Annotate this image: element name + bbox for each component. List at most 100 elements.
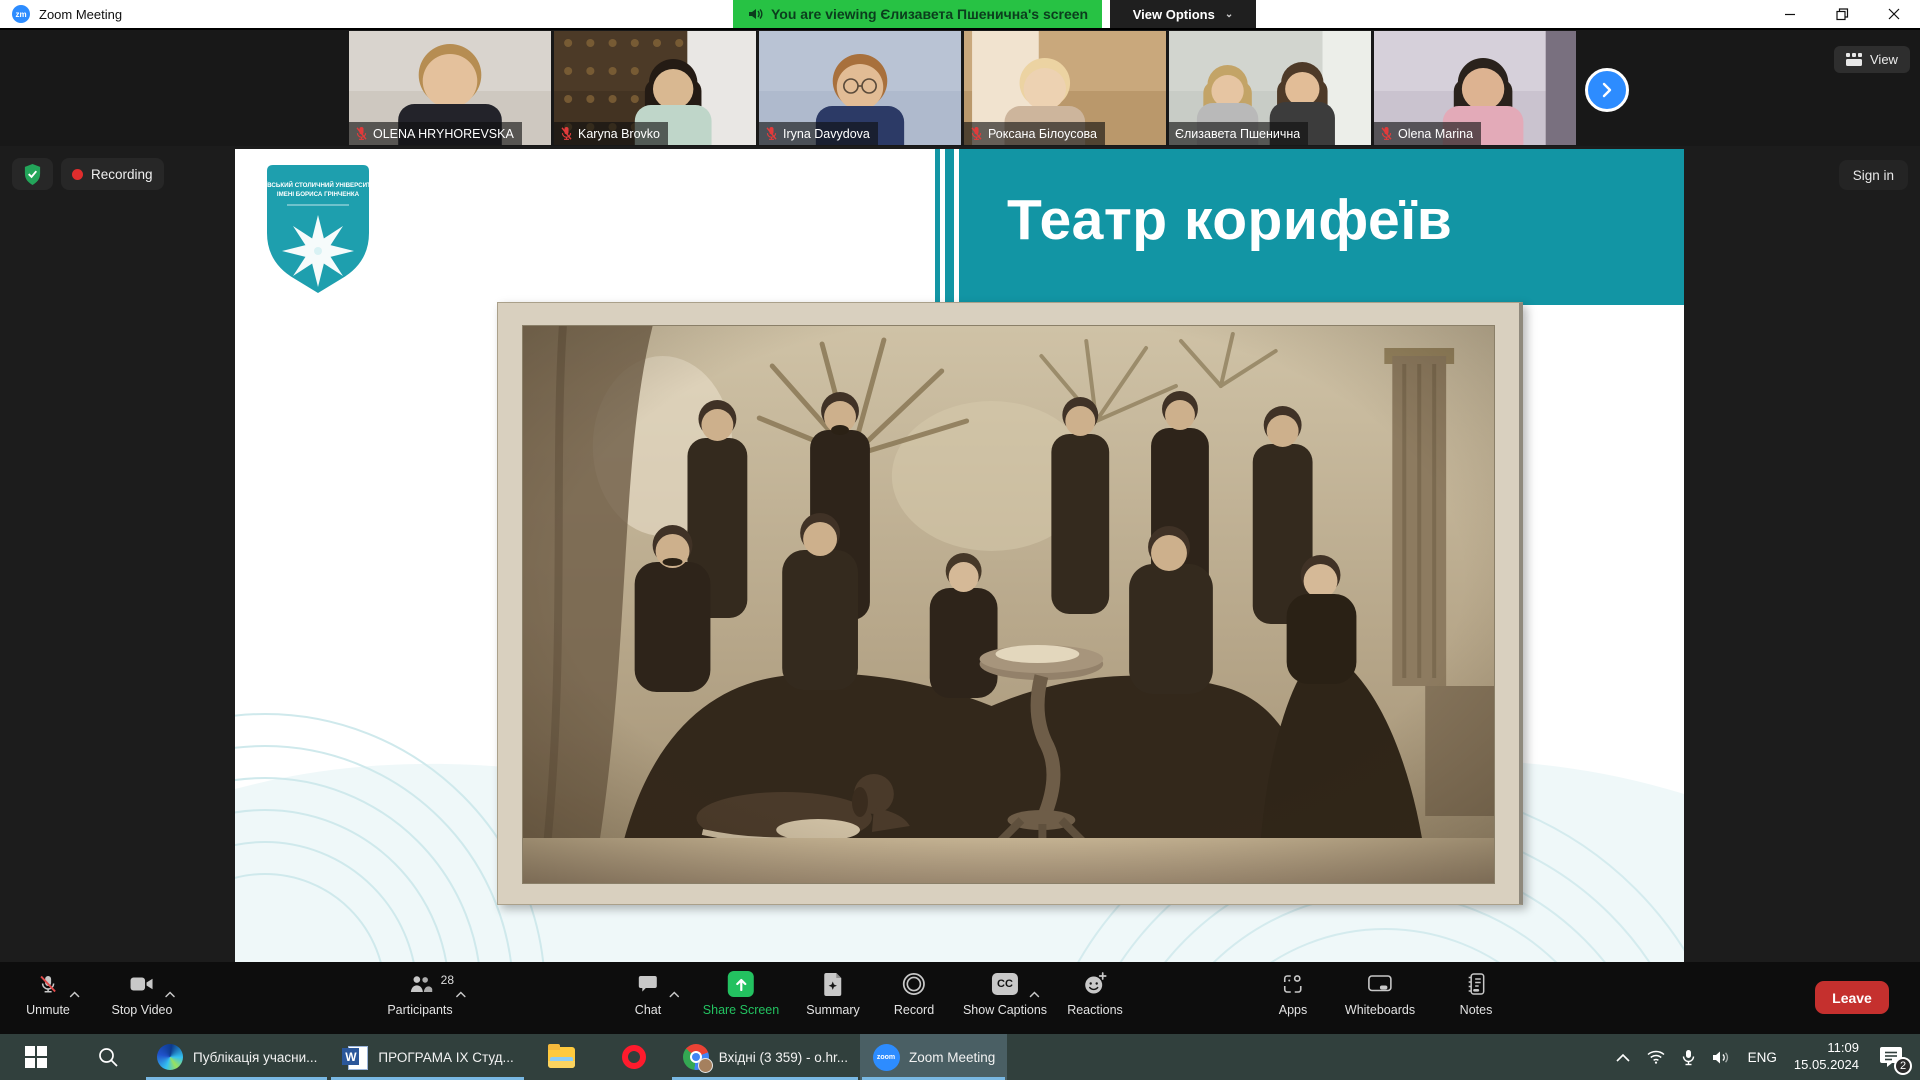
next-page-arrow-button[interactable] (1585, 68, 1629, 112)
participant-name: Karyna Brovko (578, 127, 660, 141)
reactions-icon (1083, 971, 1107, 997)
muted-mic-icon (1380, 126, 1393, 141)
participant-name: OLENA HRYHOREVSKA (373, 127, 514, 141)
taskbar-app-label: Вхідні (3 359) - o.hr... (719, 1050, 848, 1065)
recording-indicator[interactable]: Recording (61, 158, 164, 190)
toolbar-label: Share Screen (703, 1003, 779, 1017)
explorer-icon (548, 1043, 576, 1071)
toolbar-share-screen-button[interactable]: Share Screen (703, 971, 779, 1017)
captions-icon: CC (992, 971, 1018, 997)
volume-icon[interactable] (1712, 1050, 1731, 1065)
taskbar-edge-app[interactable]: Публікація учасни... (144, 1034, 329, 1080)
participant-name: Olena Marina (1398, 127, 1473, 141)
toolbar-stop-video-button[interactable]: Stop Video (112, 971, 173, 1017)
toolbar-notes-button[interactable]: Notes (1460, 971, 1493, 1017)
participant-name-tag: OLENA HRYHOREVSKA (349, 122, 522, 145)
toolbar-unmute-button[interactable]: Unmute (26, 971, 70, 1017)
participant-name-tag: Єлизавета Пшенична (1169, 122, 1308, 145)
slide-photo (523, 326, 1494, 883)
taskbar-explorer-app[interactable] (526, 1034, 598, 1080)
chrome-icon (682, 1043, 710, 1071)
taskbar-opera-app[interactable] (598, 1034, 670, 1080)
taskbar-word-app[interactable]: WПРОГРАМА IX Студ... (329, 1034, 525, 1080)
taskbar-zoom-app[interactable]: zoom Zoom Meeting (860, 1034, 1007, 1080)
toolbar-apps-button[interactable]: Apps (1279, 971, 1308, 1017)
restore-icon (1836, 8, 1849, 21)
toolbar-label: Participants (387, 1003, 452, 1017)
leave-button[interactable]: Leave (1815, 981, 1889, 1014)
toolbar-captions-button[interactable]: CCShow Captions (963, 971, 1047, 1017)
word-icon: W (341, 1043, 369, 1071)
participant-name-tag: Olena Marina (1374, 122, 1481, 145)
start-icon (22, 1043, 50, 1071)
taskbar-search-button[interactable] (72, 1034, 144, 1080)
taskbar-start-button[interactable] (0, 1034, 72, 1080)
clock[interactable]: 11:09 15.05.2024 (1794, 1040, 1859, 1074)
chevron-up-icon[interactable] (69, 985, 80, 1003)
wifi-icon[interactable] (1647, 1050, 1665, 1064)
toolbar-label: Reactions (1067, 1003, 1123, 1017)
taskbar-chrome-app[interactable]: Вхідні (3 359) - o.hr... (670, 1034, 860, 1080)
university-logo: КИЇВСЬКИЙ СТОЛИЧНИЙ УНІВЕРСИТЕТ ІМЕНІ БО… (265, 163, 371, 301)
chevron-right-icon (1599, 82, 1615, 98)
opera-icon (620, 1043, 648, 1071)
restore-button[interactable] (1816, 0, 1868, 28)
presentation-slide: Театр корифеїв КИЇВСЬКИЙ СТОЛИЧНИЙ УНІВЕ… (235, 149, 1684, 962)
view-label: View (1870, 52, 1898, 67)
participant-tile-1[interactable]: OLENA HRYHOREVSKA (349, 31, 551, 145)
zoom-meeting-window: zm Zoom Meeting You are viewing Єлизавет… (0, 0, 1920, 1080)
chevron-up-icon[interactable] (455, 985, 466, 1003)
taskbar-app-label: Zoom Meeting (909, 1050, 995, 1065)
participant-name: Роксана Білоусова (988, 127, 1097, 141)
title-bar: zm Zoom Meeting You are viewing Єлизавет… (0, 0, 1920, 30)
video-strip: OLENA HRYHOREVSKA Karyna Brovko Iryna Davy… (0, 30, 1920, 146)
chat-icon (638, 971, 658, 997)
chevron-up-icon[interactable] (165, 985, 176, 1003)
grid-view-icon (1846, 53, 1862, 66)
toolbar-label: Stop Video (112, 1003, 173, 1017)
toolbar-reactions-button[interactable]: Reactions (1067, 971, 1123, 1017)
toolbar-chat-button[interactable]: Chat (635, 971, 661, 1017)
zoom-icon: zoom (872, 1043, 900, 1071)
chevron-up-icon[interactable] (1029, 985, 1040, 1003)
participant-tile-2[interactable]: Karyna Brovko (554, 31, 756, 145)
toolbar-label: Apps (1279, 1003, 1308, 1017)
view-layout-button[interactable]: View (1834, 46, 1910, 73)
edge-icon (156, 1043, 184, 1071)
close-button[interactable] (1868, 0, 1920, 28)
stop-video-icon (130, 971, 154, 997)
microphone-tray-icon[interactable] (1682, 1049, 1695, 1066)
notification-count-badge: 2 (1894, 1057, 1912, 1075)
group-photo-illustration (523, 326, 1494, 883)
toolbar-whiteboards-button[interactable]: Whiteboards (1345, 971, 1415, 1017)
participant-tile-3[interactable]: Iryna Davydova (759, 31, 961, 145)
sign-in-button[interactable]: Sign in (1839, 160, 1908, 190)
band-stripe (935, 149, 940, 305)
minimize-button[interactable] (1764, 0, 1816, 28)
logo-text-line2: ІМЕНІ БОРИСА ГРІНЧЕНКА (277, 191, 360, 198)
participant-name-tag: Iryna Davydova (759, 122, 878, 145)
toolbar-record-button[interactable]: Record (894, 971, 934, 1017)
muted-mic-icon (765, 126, 778, 141)
participant-tile-6[interactable]: Olena Marina (1374, 31, 1576, 145)
zoom-app-icon: zm (12, 5, 30, 23)
recording-label: Recording (91, 167, 153, 182)
notification-center-button[interactable]: 2 (1876, 1042, 1906, 1072)
view-options-label: View Options (1133, 7, 1215, 22)
participant-name-tag: Роксана Білоусова (964, 122, 1105, 145)
security-shield-button[interactable] (12, 158, 53, 190)
language-indicator[interactable]: ENG (1748, 1050, 1777, 1065)
toolbar-summary-button[interactable]: Summary (806, 971, 859, 1017)
screen-share-banner-text: You are viewing Єлизавета Пшенична's scr… (771, 6, 1088, 22)
muted-mic-icon (560, 126, 573, 141)
participant-tile-5[interactable]: Єлизавета Пшенична (1169, 31, 1371, 145)
system-tray: ENG 11:09 15.05.2024 2 (1616, 1034, 1920, 1080)
view-options-button[interactable]: View Options ⌄ (1110, 0, 1256, 28)
participant-tile-4[interactable]: Роксана Білоусова (964, 31, 1166, 145)
muted-mic-icon (970, 126, 983, 141)
toolbar-participants-button[interactable]: 28 Participants (387, 971, 452, 1017)
minimize-icon (1784, 8, 1796, 20)
chevron-up-icon[interactable] (669, 985, 680, 1003)
participants-count-badge: 28 (441, 973, 454, 987)
tray-expand-icon[interactable] (1616, 1053, 1630, 1062)
